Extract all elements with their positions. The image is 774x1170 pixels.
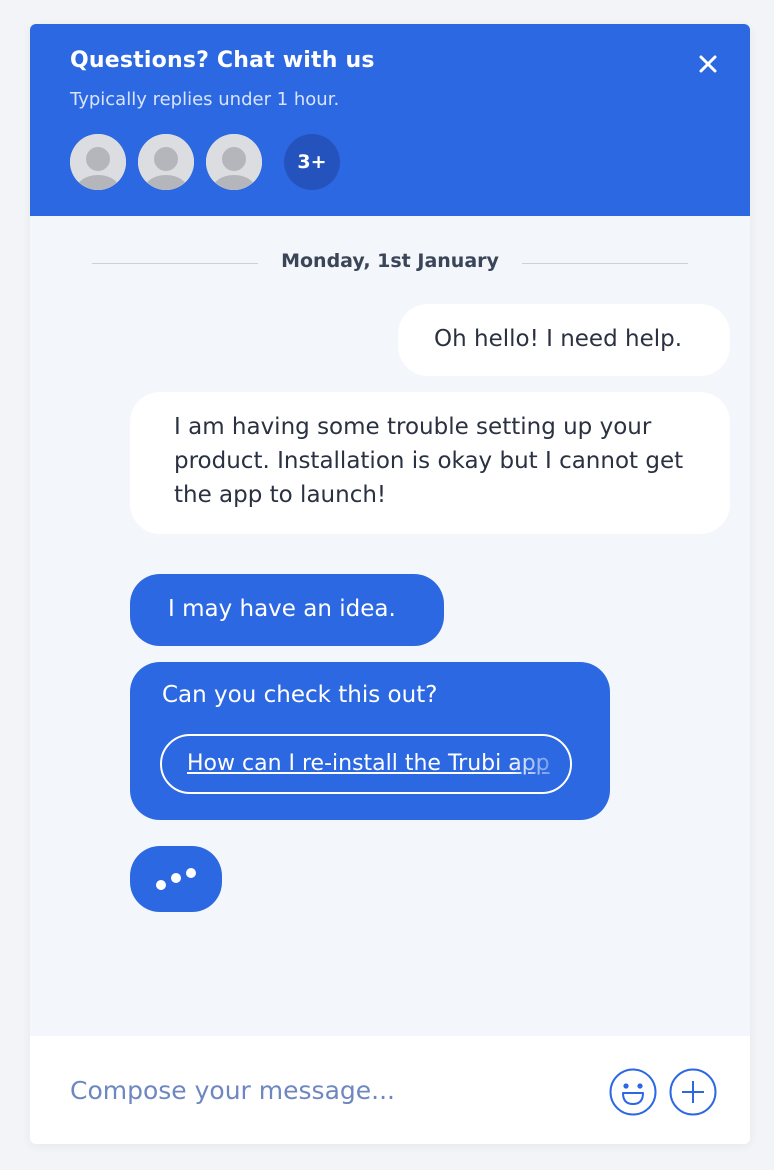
person-icon bbox=[138, 134, 194, 190]
close-button[interactable] bbox=[692, 48, 724, 80]
attach-button[interactable] bbox=[669, 1068, 717, 1116]
typing-dot bbox=[171, 873, 181, 883]
avatar bbox=[138, 134, 194, 190]
more-agents-badge[interactable]: 3+ bbox=[284, 134, 340, 190]
typing-dot bbox=[186, 868, 196, 878]
message-input[interactable] bbox=[70, 1068, 590, 1112]
message-composer bbox=[30, 1036, 750, 1144]
person-icon bbox=[206, 134, 262, 190]
chat-title: Questions? Chat with us bbox=[70, 48, 375, 73]
avatar bbox=[206, 134, 262, 190]
typing-dot bbox=[156, 880, 166, 890]
chat-widget: Questions? Chat with us Typically replie… bbox=[30, 24, 750, 1144]
help-article-link[interactable]: How can I re-install the Trubi app bbox=[160, 734, 572, 794]
plus-icon bbox=[669, 1068, 717, 1116]
link-text: How can I re-install the Trubi app bbox=[187, 751, 550, 776]
fade-overlay bbox=[510, 736, 570, 792]
message-bubble-user: Oh hello! I need help. bbox=[398, 304, 730, 376]
close-icon bbox=[699, 55, 717, 73]
smiley-icon bbox=[609, 1068, 657, 1116]
message-bubble-agent: I may have an idea. bbox=[130, 574, 444, 646]
avatar bbox=[70, 134, 126, 190]
reply-time-text: Typically replies under 1 hour. bbox=[70, 89, 340, 110]
chat-header: Questions? Chat with us Typically replie… bbox=[30, 24, 750, 216]
message-bubble-user: I am having some trouble setting up your… bbox=[130, 392, 730, 534]
typing-indicator bbox=[130, 846, 222, 912]
message-bubble-agent: Can you check this out? How can I re-ins… bbox=[130, 662, 610, 820]
emoji-button[interactable] bbox=[609, 1068, 657, 1116]
message-text: Can you check this out? bbox=[162, 682, 438, 708]
date-label: Monday, 1st January bbox=[261, 250, 519, 272]
date-separator: Monday, 1st January bbox=[30, 250, 750, 276]
person-icon bbox=[70, 134, 126, 190]
